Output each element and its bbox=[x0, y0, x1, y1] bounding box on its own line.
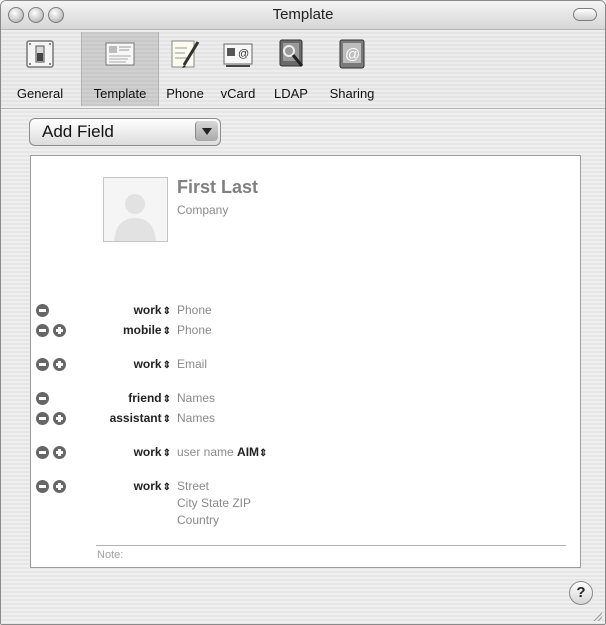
remove-field-button[interactable] bbox=[36, 480, 49, 493]
im-row-work: work⇕ user name AIM⇕ bbox=[31, 444, 580, 462]
related-row-assistant: assistant⇕ Names bbox=[31, 410, 580, 428]
updown-arrows-icon: ⇕ bbox=[162, 482, 171, 493]
remove-field-button[interactable] bbox=[36, 412, 49, 425]
template-icon bbox=[105, 42, 135, 66]
tab-sharing[interactable]: @ Sharing bbox=[319, 32, 385, 106]
email-value[interactable]: Email bbox=[177, 357, 207, 371]
updown-arrows-icon: ⇕ bbox=[259, 448, 268, 459]
tab-sharing-label: Sharing bbox=[329, 86, 375, 101]
field-label-menu[interactable]: mobile⇕ bbox=[123, 323, 171, 337]
tab-template[interactable]: Template bbox=[81, 32, 159, 106]
switch-icon bbox=[26, 40, 54, 68]
field-label-menu[interactable]: work⇕ bbox=[134, 303, 171, 317]
updown-arrows-icon: ⇕ bbox=[162, 360, 171, 371]
updown-arrows-icon: ⇕ bbox=[162, 414, 171, 425]
field-label-menu[interactable]: work⇕ bbox=[134, 479, 171, 493]
remove-field-button[interactable] bbox=[36, 358, 49, 371]
company-field[interactable]: Company bbox=[177, 203, 228, 217]
tab-phone[interactable]: Phone bbox=[159, 32, 211, 106]
address-row-work: work⇕ Street City State ZIP Country bbox=[31, 478, 580, 532]
person-silhouette-icon bbox=[114, 194, 156, 241]
vcard-icon: @ bbox=[223, 43, 253, 67]
email-row-work: work⇕ Email bbox=[31, 356, 580, 374]
add-field-button[interactable] bbox=[53, 358, 66, 371]
updown-arrows-icon: ⇕ bbox=[162, 448, 171, 459]
tab-template-label: Template bbox=[93, 86, 147, 101]
add-field-button[interactable] bbox=[53, 446, 66, 459]
svg-text:@: @ bbox=[238, 48, 249, 60]
resize-grip-icon[interactable] bbox=[592, 611, 602, 621]
add-field-button[interactable] bbox=[53, 480, 66, 493]
tab-phone-label: Phone bbox=[166, 86, 204, 101]
template-pane: Add Field First Last Company work⇕ Phone bbox=[1, 109, 605, 624]
related-row-friend: friend⇕ Names bbox=[31, 390, 580, 408]
svg-text:@: @ bbox=[345, 46, 360, 63]
phone-value[interactable]: Phone bbox=[177, 303, 212, 317]
title-bar: Template bbox=[1, 1, 605, 30]
tab-vcard[interactable]: @ vCard bbox=[213, 32, 263, 106]
add-field-button[interactable] bbox=[53, 412, 66, 425]
chevron-down-icon bbox=[195, 121, 218, 141]
remove-field-button[interactable] bbox=[36, 392, 49, 405]
phone-row-mobile: mobile⇕ Phone bbox=[31, 322, 580, 340]
template-card: First Last Company work⇕ Phone mobile⇕ P… bbox=[30, 155, 581, 568]
add-field-button[interactable] bbox=[53, 324, 66, 337]
tab-vcard-label: vCard bbox=[220, 86, 256, 101]
im-service-menu[interactable]: AIM⇕ bbox=[237, 445, 267, 459]
name-field[interactable]: First Last bbox=[177, 177, 258, 198]
tab-ldap-label: LDAP bbox=[274, 86, 308, 101]
add-field-label: Add Field bbox=[42, 122, 114, 141]
tab-ldap[interactable]: LDAP bbox=[265, 32, 317, 106]
phone-row-work: work⇕ Phone bbox=[31, 302, 580, 320]
updown-arrows-icon: ⇕ bbox=[162, 394, 171, 405]
city-state-zip-value[interactable]: City State ZIP bbox=[177, 496, 251, 510]
preferences-window: Template General Template Phone @ vCard … bbox=[0, 0, 606, 625]
ldap-icon bbox=[279, 39, 304, 67]
im-value: user name AIM⇕ bbox=[177, 445, 267, 459]
preferences-toolbar: General Template Phone @ vCard LDAP @ Sh… bbox=[1, 30, 605, 109]
field-label-menu[interactable]: assistant⇕ bbox=[110, 411, 171, 425]
add-field-popup[interactable]: Add Field bbox=[29, 118, 221, 146]
field-label-menu[interactable]: work⇕ bbox=[134, 445, 171, 459]
updown-arrows-icon: ⇕ bbox=[162, 326, 171, 337]
im-username[interactable]: user name bbox=[177, 445, 234, 459]
remove-field-button[interactable] bbox=[36, 324, 49, 337]
phone-note-icon bbox=[171, 40, 200, 68]
help-button[interactable]: ? bbox=[569, 581, 593, 605]
toolbar-toggle-button[interactable] bbox=[573, 8, 597, 21]
remove-field-button[interactable] bbox=[36, 304, 49, 317]
tab-general[interactable]: General bbox=[1, 32, 79, 106]
field-label-menu[interactable]: friend⇕ bbox=[128, 391, 171, 405]
note-field[interactable]: Note: bbox=[97, 549, 123, 561]
phone-value[interactable]: Phone bbox=[177, 323, 212, 337]
updown-arrows-icon: ⇕ bbox=[162, 306, 171, 317]
related-name-value[interactable]: Names bbox=[177, 411, 215, 425]
photo-placeholder[interactable] bbox=[103, 177, 168, 242]
remove-field-button[interactable] bbox=[36, 446, 49, 459]
country-value[interactable]: Country bbox=[177, 513, 219, 527]
field-label-menu[interactable]: work⇕ bbox=[134, 357, 171, 371]
street-value[interactable]: Street bbox=[177, 479, 209, 493]
tab-general-label: General bbox=[16, 86, 64, 101]
note-divider bbox=[96, 545, 566, 546]
sharing-icon: @ bbox=[339, 39, 365, 69]
related-name-value[interactable]: Names bbox=[177, 391, 215, 405]
window-title: Template bbox=[272, 6, 334, 23]
